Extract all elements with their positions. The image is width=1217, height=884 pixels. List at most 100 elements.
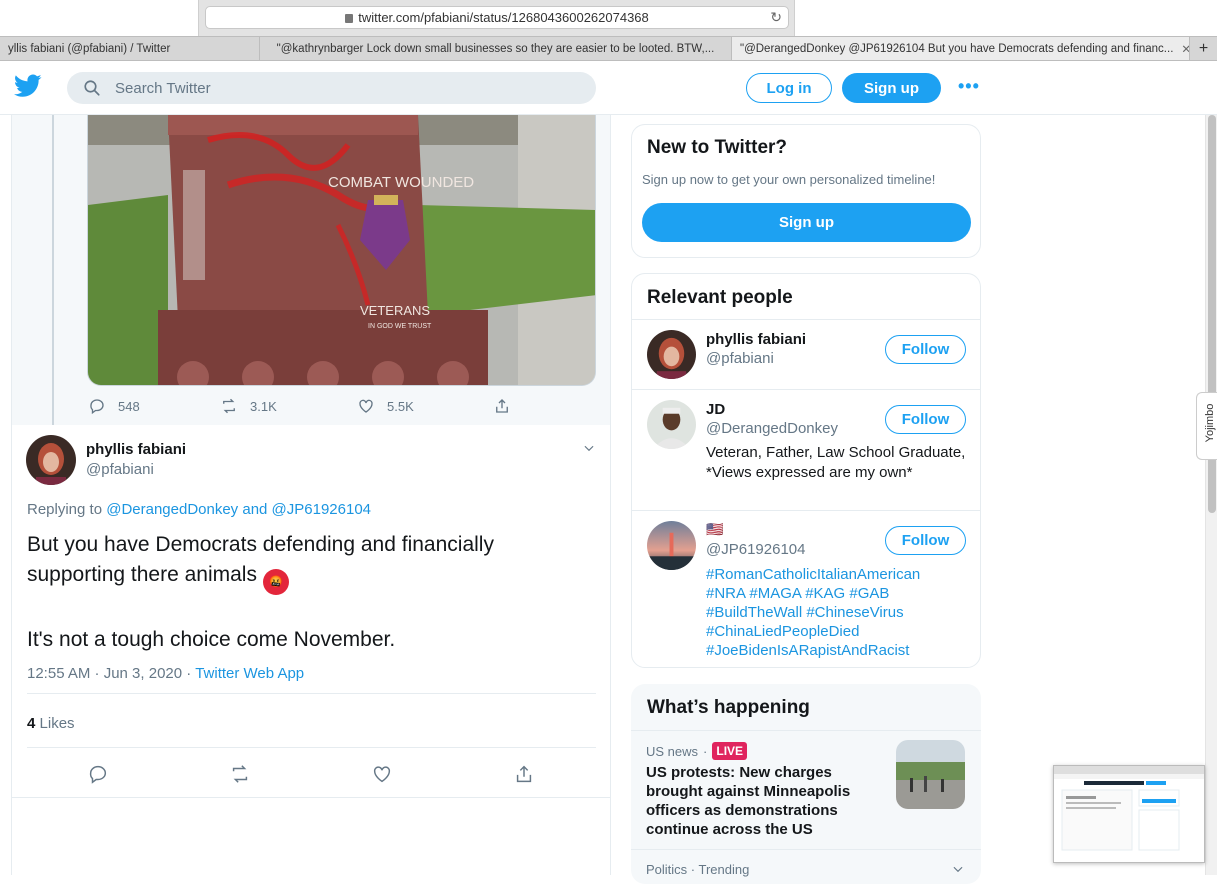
divider [12,797,610,798]
reply-icon[interactable] [87,763,109,785]
reply-action[interactable]: 548 [88,397,140,415]
monument-motto: IN GOD WE TRUST [368,323,432,330]
news-meta: US news · LIVE [646,742,748,760]
memorial-photo: COMBAT WOUNDED VETERANS IN GOD WE TRUST [88,115,595,385]
address-bar-area: twitter.com/pfabiani/status/126804360026… [198,0,795,36]
close-icon[interactable]: ✕ [1181,42,1189,56]
tweet-text: But you have Democrats defending and fin… [27,530,587,655]
twitter-header: Log in Sign up ••• [0,62,1217,115]
news-category: US news [646,743,699,759]
main-column: COMBAT WOUNDED VETERANS IN GOD WE TRUST … [11,115,611,875]
relevant-people-card: Relevant people phyllis fabiani @pfabian… [631,273,981,668]
tab-current-status[interactable]: "@DerangedDonkey @JP61926104 But you hav… [732,37,1190,60]
yojimbo-extension-tab[interactable]: Yojimbo [1196,392,1217,460]
person-hashtags: #RomanCatholicItalianAmerican #NRA #MAGA… [706,565,976,660]
avatar[interactable] [647,521,696,570]
replying-to: Replying to @DerangedDonkey and @JP61926… [27,501,371,518]
like-count: 5.5K [387,398,414,414]
tab-bar: yllis fabiani (@pfabiani) / Twitter "@ka… [0,36,1217,61]
like-icon[interactable] [371,763,393,785]
person-handle: @DerangedDonkey [706,420,838,437]
twitter-logo-icon[interactable] [14,74,42,98]
likes-count: 4 [27,715,36,732]
tweet-text-line: It's not a tough choice come November. [27,628,396,651]
thread-line [52,115,54,425]
replying-to-link[interactable]: @DerangedDonkey and @JP61926104 [106,501,371,518]
hashtag-line[interactable]: #BuildTheWall #ChineseVirus [706,603,976,622]
avatar[interactable] [647,330,696,379]
chevron-down-icon[interactable] [951,862,965,876]
card-subtitle: Sign up now to get your own personalized… [642,172,936,187]
search-box[interactable] [67,72,596,104]
news-headline[interactable]: US protests: New charges brought against… [646,763,876,839]
new-tab-button[interactable]: + [1190,37,1217,60]
hashtag-line[interactable]: #JoeBidenIsARapistAndRacist [706,641,976,660]
angry-face-emoji-icon: 🤬 [262,569,289,595]
reload-icon[interactable]: ↻ [770,9,782,26]
search-icon [84,80,100,96]
hashtag-line[interactable]: #RomanCatholicItalianAmerican [706,565,976,584]
hashtag-line[interactable]: #ChinaLiedPeopleDied [706,622,976,641]
hashtag-line[interactable]: #NRA #MAGA #KAG #GAB [706,584,976,603]
tab-kathrynbarger[interactable]: "@kathrynbarger Lock down small business… [260,37,732,60]
likes-summary[interactable]: 4 Likes [27,715,75,732]
card-title: Relevant people [647,287,793,308]
more-options-icon[interactable]: ••• [958,76,984,98]
replying-prefix: Replying to [27,501,103,518]
card-title: What’s happening [647,697,810,718]
divider [27,747,596,748]
tweet-image[interactable]: COMBAT WOUNDED VETERANS IN GOD WE TRUST [87,115,596,386]
address-bar[interactable]: twitter.com/pfabiani/status/126804360026… [205,6,789,29]
reply-icon [90,399,104,415]
timestamp-separator: · [186,665,192,682]
retweet-icon[interactable] [229,763,251,785]
monument-heading: COMBAT WOUNDED [328,174,474,191]
follow-button[interactable]: Follow [885,405,966,434]
divider [27,693,596,694]
tweet-timestamp: 12:55 AM · Jun 3, 2020 · Twitter Web App [27,665,304,682]
search-input[interactable] [115,79,515,97]
scrollbar[interactable] [1205,115,1217,875]
divider [631,730,981,731]
person-name-flag-icon: 🇺🇸 [706,521,724,537]
chevron-down-icon[interactable] [582,441,596,455]
follow-button[interactable]: Follow [885,335,966,364]
sidebar-signup-button[interactable]: Sign up [642,203,971,242]
tweet-source-link[interactable]: Twitter Web App [195,665,304,682]
tweet-text-line: supporting there animals [27,563,257,586]
like-action[interactable]: 5.5K [357,397,414,415]
tab-label: yllis fabiani (@pfabiani) / Twitter [8,42,171,55]
person-derangeddonkey[interactable]: JD @DerangedDonkey Follow Veteran, Fathe… [632,389,980,510]
thumbnail-preview [1054,766,1204,862]
whats-happening-card: What’s happening US news · LIVE US prote… [631,684,981,884]
tab-label: "@kathrynbarger Lock down small business… [276,42,715,55]
author-name[interactable]: phyllis fabiani [86,441,186,458]
avatar[interactable] [647,400,696,449]
screenshot-thumbnail[interactable] [1053,765,1205,863]
person-pfabiani[interactable]: phyllis fabiani @pfabiani Follow [632,319,980,389]
share-action[interactable] [493,397,523,415]
person-name: JD [706,401,726,418]
yojimbo-label: Yojimbo [1204,403,1216,443]
author-handle[interactable]: @pfabiani [86,461,154,478]
avatar[interactable] [26,435,76,485]
likes-label: Likes [39,715,75,732]
retweet-action[interactable]: 3.1K [220,397,277,415]
signup-button[interactable]: Sign up [842,73,941,103]
person-name: phyllis fabiani [706,331,807,348]
follow-button[interactable]: Follow [885,526,966,555]
share-icon [496,399,508,413]
timestamp-text[interactable]: 12:55 AM · Jun 3, 2020 [27,665,182,682]
news-thumbnail[interactable] [896,740,965,809]
lock-icon [345,14,354,23]
person-handle: @JP61926104 [706,541,806,558]
share-icon[interactable] [513,763,535,785]
person-bio: Veteran, Father, Law School Graduate, *V… [706,444,966,481]
login-button[interactable]: Log in [746,73,832,103]
retweet-icon [223,398,235,414]
news-dot: · [703,743,708,759]
tab-profile[interactable]: yllis fabiani (@pfabiani) / Twitter [0,37,260,60]
tab-label: "@DerangedDonkey @JP61926104 But you hav… [740,42,1174,55]
person-jp61926104[interactable]: 🇺🇸 @JP61926104 Follow #RomanCatholicItal… [632,510,980,667]
live-badge: LIVE [712,742,748,760]
